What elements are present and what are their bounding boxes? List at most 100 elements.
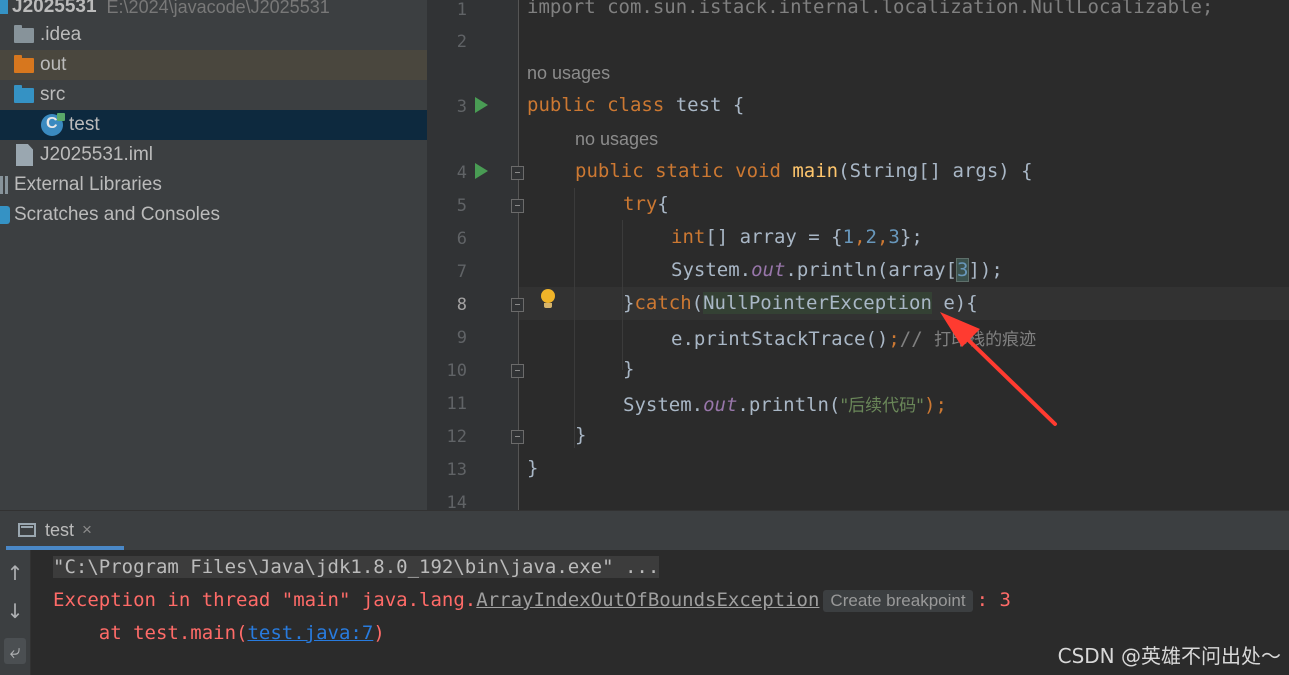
tree-root-name: J2025531 [12, 0, 97, 17]
code-line-13: } [527, 457, 539, 479]
tree-root-path: E:\2024\javacode\J2025531 [106, 0, 330, 17]
fold-marker-icon[interactable] [511, 199, 524, 213]
tree-item-out[interactable]: out [0, 50, 427, 80]
tree-item-iml[interactable]: J2025531.iml [0, 140, 427, 170]
code-text: System. [623, 394, 704, 416]
tree-item-src[interactable]: src [0, 80, 427, 110]
watermark: CSDN @英雄不问出处～ [1057, 644, 1281, 668]
code-text: }; [899, 226, 923, 248]
code-line-8: }catch(NullPointerException e){ [623, 292, 978, 314]
code-text: System. [671, 259, 752, 281]
tree-item-label: Scratches and Consoles [14, 204, 220, 225]
folder-source-icon [14, 84, 34, 103]
tree-item-label: src [40, 84, 66, 105]
line-number: 12 [446, 427, 467, 447]
line-number: 11 [446, 394, 467, 414]
run-class-icon[interactable] [475, 97, 488, 113]
tab-run-test[interactable]: test × [8, 510, 92, 550]
number-literal: 1 [842, 226, 855, 248]
line-number: 8 [456, 295, 467, 315]
scroll-up-icon[interactable]: ↑ [4, 560, 26, 586]
tab-label: test [45, 519, 75, 540]
run-side-toolbar: ↑ ↓ ⤶ [0, 550, 31, 675]
keyword: catch [634, 292, 692, 314]
soft-wrap-icon[interactable]: ⤶ [4, 638, 26, 664]
field-name: out [703, 394, 738, 416]
line-number: 3 [456, 97, 467, 117]
scratch-icon [0, 206, 10, 224]
class-name: test { [664, 94, 745, 116]
keyword: public static void [575, 160, 781, 182]
java-command[interactable]: "C:\Program Files\Java\jdk1.8.0_192\bin\… [53, 556, 660, 578]
code-text: .println(array[ [785, 259, 957, 281]
library-icon [0, 176, 8, 194]
exception-class-link[interactable]: ArrayIndexOutOfBoundsException [476, 589, 819, 611]
number-literal: 3 [955, 258, 970, 282]
create-breakpoint-button[interactable]: Create breakpoint [823, 590, 973, 612]
fold-marker-icon[interactable] [511, 298, 524, 312]
tree-item-label: out [40, 54, 67, 75]
tree-root[interactable]: J2025531 E:\2024\javacode\J2025531 [0, 0, 427, 22]
code-text: ); [924, 394, 947, 416]
keyword: int [671, 226, 706, 248]
code-line-9: e.printStackTrace();// 打印栈的痕迹 [671, 325, 1036, 350]
console-stack-line: at test.main(test.java:7) [53, 622, 385, 644]
tree-item-scratches[interactable]: Scratches and Consoles [0, 200, 427, 230]
usage-hint[interactable]: no usages [527, 63, 610, 84]
code-text: [] array = { [705, 226, 843, 248]
tree-item-test[interactable]: test [0, 110, 427, 140]
line-number: 13 [446, 460, 467, 480]
code-editor[interactable] [519, 0, 1289, 510]
tree-item-label: J2025531.iml [40, 144, 154, 165]
code-line-12: } [575, 424, 587, 446]
comma: , [854, 226, 866, 248]
line-number: 9 [456, 328, 467, 348]
folder-excluded-icon [14, 54, 34, 73]
code-line-5: try{ [623, 193, 669, 215]
code-line-7: System.out.println(array[3]); [671, 258, 1003, 282]
code-text: } [623, 292, 635, 314]
code-line-4: public static void main(String[] args) { [575, 160, 1033, 182]
tree-item-label: test [69, 114, 100, 135]
code-text: e.printStackTrace() [671, 328, 889, 350]
number-literal: 2 [865, 226, 877, 248]
java-class-icon [41, 113, 65, 136]
code-text: ( [691, 292, 704, 314]
scroll-down-icon[interactable]: ↓ [4, 598, 26, 624]
close-icon[interactable]: × [82, 520, 92, 540]
console-icon [18, 523, 36, 537]
run-main-icon[interactable] [475, 163, 488, 179]
tree-item-idea[interactable]: .idea [0, 20, 427, 50]
project-tree: J2025531 E:\2024\javacode\J2025531 .idea… [0, 0, 427, 510]
folder-icon [14, 24, 34, 43]
fold-marker-icon[interactable] [511, 430, 524, 444]
module-icon [0, 0, 8, 14]
import-statement: import com.sun.istack.internal.localizat… [527, 0, 1214, 18]
usage-hint[interactable]: no usages [575, 129, 658, 150]
comma: , [876, 226, 889, 248]
lightbulb-icon[interactable] [541, 289, 555, 308]
semicolon: ; [888, 328, 900, 350]
code-line-10: } [623, 358, 635, 380]
console-command-line: "C:\Program Files\Java\jdk1.8.0_192\bin\… [53, 556, 660, 578]
field-name: out [751, 259, 786, 281]
exception-prefix: Exception in thread "main" java.lang. [53, 589, 477, 611]
tree-item-external-libraries[interactable]: External Libraries [0, 170, 427, 200]
code-text: e){ [931, 292, 978, 314]
indent-guide [574, 188, 575, 448]
code-text: .println( [737, 394, 841, 416]
string-literal: "后续代码" [840, 396, 924, 416]
console-exception-line: Exception in thread "main" java.lang.Arr… [53, 589, 1011, 612]
line-number: 10 [446, 361, 467, 381]
code-text: (String[] args) { [838, 160, 1033, 182]
fold-marker-icon[interactable] [511, 364, 524, 378]
exception-type: NullPointerException [703, 292, 932, 314]
code-line-1: import com.sun.istack.internal.localizat… [527, 0, 1213, 18]
line-number: 7 [456, 262, 467, 282]
code-line-11: System.out.println("后续代码"); [623, 391, 947, 416]
stack-prefix: at test.main( [53, 622, 248, 644]
source-link[interactable]: test.java:7 [247, 622, 373, 644]
fold-marker-icon[interactable] [511, 166, 524, 180]
line-number: 2 [456, 32, 467, 52]
tree-item-label: External Libraries [14, 174, 162, 195]
